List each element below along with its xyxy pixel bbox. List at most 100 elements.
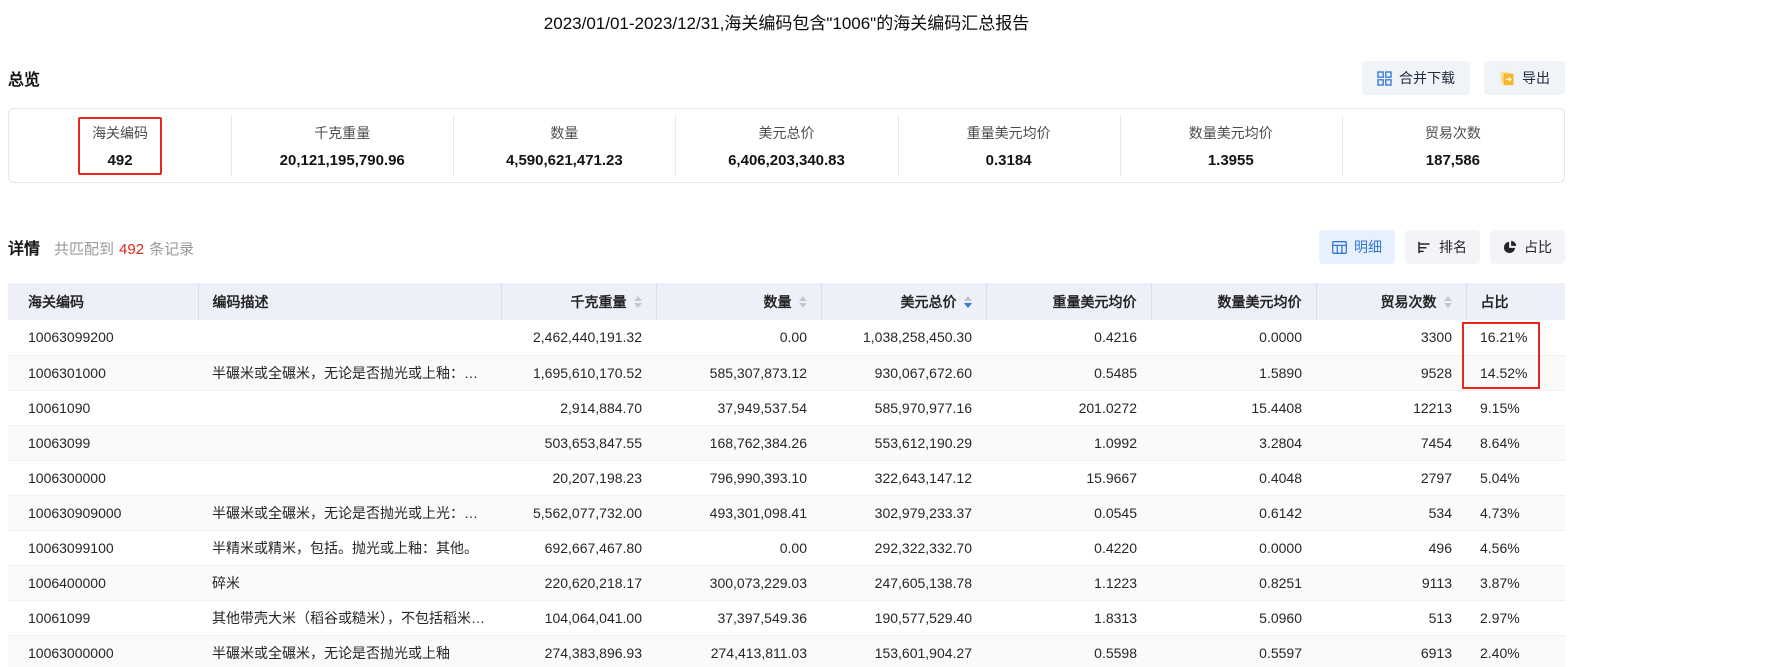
caret-down-icon	[799, 303, 807, 308]
stat-content: 数量4,590,621,471.23	[492, 117, 637, 175]
stat-value: 187,586	[1426, 152, 1480, 169]
toolbar: 合并下载 导出	[1362, 61, 1565, 95]
column-label: 占比	[1481, 292, 1509, 312]
cell-qty_usd_avg: 0.0000	[1151, 530, 1316, 565]
cell-usd_total: 153,601,904.27	[821, 635, 986, 667]
cell-weight_usd_avg: 15.9667	[986, 460, 1151, 495]
merge-download-label: 合并下载	[1399, 68, 1455, 88]
cell-hs_code: 1006301000	[8, 355, 198, 390]
export-label: 导出	[1522, 68, 1550, 88]
cell-quantity: 493,301,098.41	[656, 495, 821, 530]
stat-label: 数量美元均价	[1189, 123, 1273, 143]
details-heading: 详情	[8, 235, 40, 259]
cell-usd_total: 322,643,147.12	[821, 460, 986, 495]
cell-quantity: 0.00	[656, 530, 821, 565]
cell-quantity: 796,990,393.10	[656, 460, 821, 495]
cell-trade_count: 3300	[1316, 320, 1466, 355]
merge-download-button[interactable]: 合并下载	[1362, 61, 1470, 95]
header-hs_code: 海关编码	[8, 283, 198, 320]
cell-usd_total: 585,970,977.16	[821, 390, 986, 425]
column-label: 贸易次数	[1381, 292, 1437, 312]
view-tab-share[interactable]: 占比	[1490, 230, 1565, 264]
header-kg_weight[interactable]: 千克重量	[501, 283, 656, 320]
report-page: 2023/01/01-2023/12/31,海关编码包含"1006"的海关编码汇…	[8, 0, 1565, 667]
header-trade_count[interactable]: 贸易次数	[1316, 283, 1466, 320]
stat-label: 美元总价	[758, 123, 814, 143]
stat-value: 0.3184	[986, 152, 1032, 169]
column-label: 美元总价	[901, 292, 957, 312]
match-count-value: 492	[119, 241, 144, 258]
table-row: 10061099其他带壳大米（稻谷或糙米），不包括稻米种子104,064,041…	[8, 600, 1565, 635]
header-cell-content: 重量美元均价	[1001, 292, 1137, 312]
cell-hs_code: 10063000000	[8, 635, 198, 667]
sort-carets-icon	[799, 296, 807, 308]
header-cell-content: 美元总价	[836, 292, 972, 312]
header-share: 占比	[1466, 283, 1565, 320]
sort-carets-icon	[634, 296, 642, 308]
header-usd_total[interactable]: 美元总价	[821, 283, 986, 320]
header-weight_usd_avg: 重量美元均价	[986, 283, 1151, 320]
header-cell-content: 占比	[1481, 292, 1552, 312]
column-label: 编码描述	[213, 292, 269, 312]
cell-qty_usd_avg: 15.4408	[1151, 390, 1316, 425]
view-tab-detail[interactable]: 明细	[1319, 230, 1395, 264]
header-cell-content: 贸易次数	[1331, 292, 1452, 312]
cell-share: 9.15%	[1466, 390, 1565, 425]
overview-stat: 贸易次数187,586	[1342, 109, 1564, 182]
cell-description: 半碾米或全碾米，无论是否抛光或上光：预煮米除...	[198, 495, 501, 530]
overview-stat: 千克重量20,121,195,790.96	[231, 109, 453, 182]
ranking-bars-icon	[1418, 241, 1432, 254]
cell-trade_count: 513	[1316, 600, 1466, 635]
cell-usd_total: 190,577,529.40	[821, 600, 986, 635]
details-table: 海关编码编码描述千克重量数量美元总价重量美元均价数量美元均价贸易次数占比 100…	[8, 283, 1565, 667]
overview-stats-card: 海关编码492千克重量20,121,195,790.96数量4,590,621,…	[8, 108, 1565, 183]
cell-trade_count: 6913	[1316, 635, 1466, 667]
cell-usd_total: 302,979,233.37	[821, 495, 986, 530]
header-cell-content: 海关编码	[28, 292, 184, 312]
cell-trade_count: 2797	[1316, 460, 1466, 495]
column-label: 数量	[764, 292, 792, 312]
stat-value: 20,121,195,790.96	[280, 152, 405, 169]
view-tab-ranking[interactable]: 排名	[1405, 230, 1480, 264]
cell-qty_usd_avg: 3.2804	[1151, 425, 1316, 460]
cell-trade_count: 9113	[1316, 565, 1466, 600]
details-section-bar: 详情 共匹配到492条记录 明细排名占比	[8, 229, 1565, 265]
cell-share: 3.87%	[1466, 565, 1565, 600]
stat-value: 1.3955	[1208, 152, 1254, 169]
stat-content: 重量美元均价0.3184	[953, 117, 1065, 175]
cell-description: 半碾米或全碾米，无论是否抛光或上釉	[198, 635, 501, 667]
column-label: 千克重量	[571, 292, 627, 312]
header-cell-content: 千克重量	[516, 292, 642, 312]
cell-description: 半精米或精米，包括。抛光或上釉：其他。	[198, 530, 501, 565]
cell-quantity: 274,413,811.03	[656, 635, 821, 667]
table-row: 100630000020,207,198.23796,990,393.10322…	[8, 460, 1565, 495]
cell-description: 碎米	[198, 565, 501, 600]
export-button[interactable]: 导出	[1484, 61, 1565, 95]
table-row: 10063099503,653,847.55168,762,384.26553,…	[8, 425, 1565, 460]
cell-hs_code: 10063099200	[8, 320, 198, 355]
cell-trade_count: 9528	[1316, 355, 1466, 390]
header-cell-content: 编码描述	[213, 292, 487, 312]
cell-share: 2.40%	[1466, 635, 1565, 667]
cell-kg_weight: 220,620,218.17	[501, 565, 656, 600]
stat-content: 千克重量20,121,195,790.96	[266, 117, 419, 175]
cell-share: 8.64%	[1466, 425, 1565, 460]
cell-kg_weight: 20,207,198.23	[501, 460, 656, 495]
caret-down-icon	[1444, 303, 1452, 308]
cell-hs_code: 10061090	[8, 390, 198, 425]
caret-up-icon	[634, 296, 642, 301]
cell-hs_code: 100630909000	[8, 495, 198, 530]
cell-qty_usd_avg: 5.0960	[1151, 600, 1316, 635]
cell-share: 14.52%	[1466, 355, 1565, 390]
cell-qty_usd_avg: 0.4048	[1151, 460, 1316, 495]
cell-hs_code: 10061099	[8, 600, 198, 635]
header-quantity[interactable]: 数量	[656, 283, 821, 320]
export-file-icon	[1499, 71, 1515, 86]
table-row: 1006301000半碾米或全碾米，无论是否抛光或上釉：煮谷米1,695,610…	[8, 355, 1565, 390]
cell-trade_count: 534	[1316, 495, 1466, 530]
stat-content: 数量美元均价 1.3955	[1175, 117, 1287, 175]
cell-usd_total: 247,605,138.78	[821, 565, 986, 600]
stat-label: 海关编码	[92, 123, 148, 143]
table-row: 100610902,914,884.7037,949,537.54585,970…	[8, 390, 1565, 425]
cell-kg_weight: 104,064,041.00	[501, 600, 656, 635]
